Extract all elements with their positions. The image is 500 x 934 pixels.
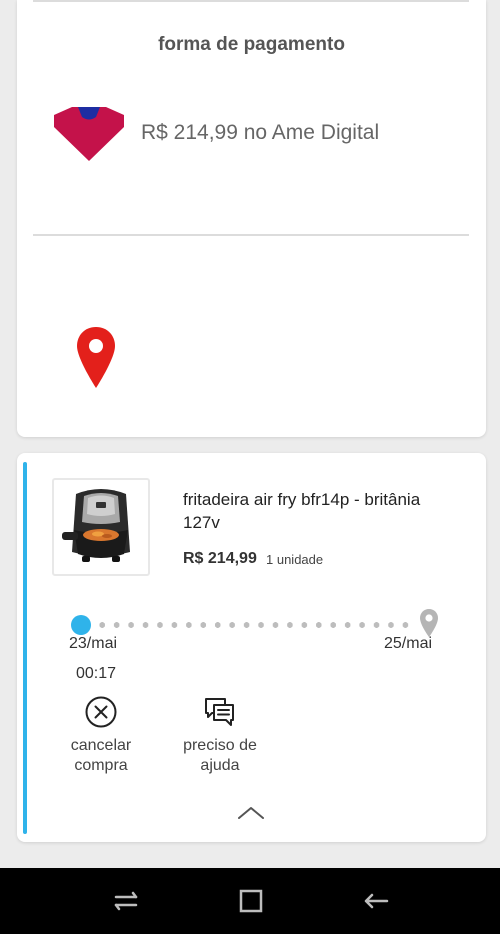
tracker-end-date: 25/mai [384, 635, 433, 652]
payment-amount: R$ 214,99 no Ame Digital [141, 121, 380, 144]
cancel-circle-icon [85, 696, 117, 728]
tracker-dotted-line [95, 622, 413, 628]
payment-title: forma de pagamento [158, 34, 345, 55]
tracker-start-time: 00:17 [76, 665, 117, 682]
back-icon[interactable] [361, 888, 391, 914]
product-name[interactable]: fritadeira air fry bfr14p - britânia 127… [183, 488, 423, 534]
system-nav-bar [0, 868, 500, 934]
tracker-start-date: 23/mai [69, 635, 118, 652]
chat-bubbles-icon [205, 698, 234, 726]
product-image[interactable] [52, 478, 150, 576]
cancel-label-line1: cancelar [70, 737, 132, 754]
chevron-up-icon[interactable] [236, 805, 266, 821]
tracker-current-dot [71, 615, 91, 635]
order-card[interactable]: fritadeira air fry bfr14p - britânia 127… [17, 453, 486, 842]
delivery-tracker [69, 609, 441, 637]
help-label-line2: ajuda [200, 757, 240, 774]
product-price: R$ 214,99 [183, 550, 257, 567]
divider [33, 234, 469, 236]
location-pin-icon [77, 327, 115, 388]
ame-digital-logo [54, 107, 124, 161]
payment-card: forma de pagamento R$ 214,99 no Ame Digi… [17, 0, 486, 437]
help-label-line1: preciso de [183, 737, 257, 754]
divider [33, 0, 469, 2]
order-accent-bar [23, 462, 27, 834]
air-fryer-image [62, 489, 130, 562]
cancel-label-line2: compra [74, 757, 128, 774]
home-icon[interactable] [236, 888, 266, 914]
recent-apps-icon[interactable] [111, 888, 141, 914]
product-quantity: 1 unidade [266, 552, 324, 567]
cancel-purchase-button[interactable]: cancelar compra [41, 695, 161, 776]
destination-pin-icon [420, 609, 438, 637]
need-help-button[interactable]: preciso de ajuda [160, 695, 280, 776]
